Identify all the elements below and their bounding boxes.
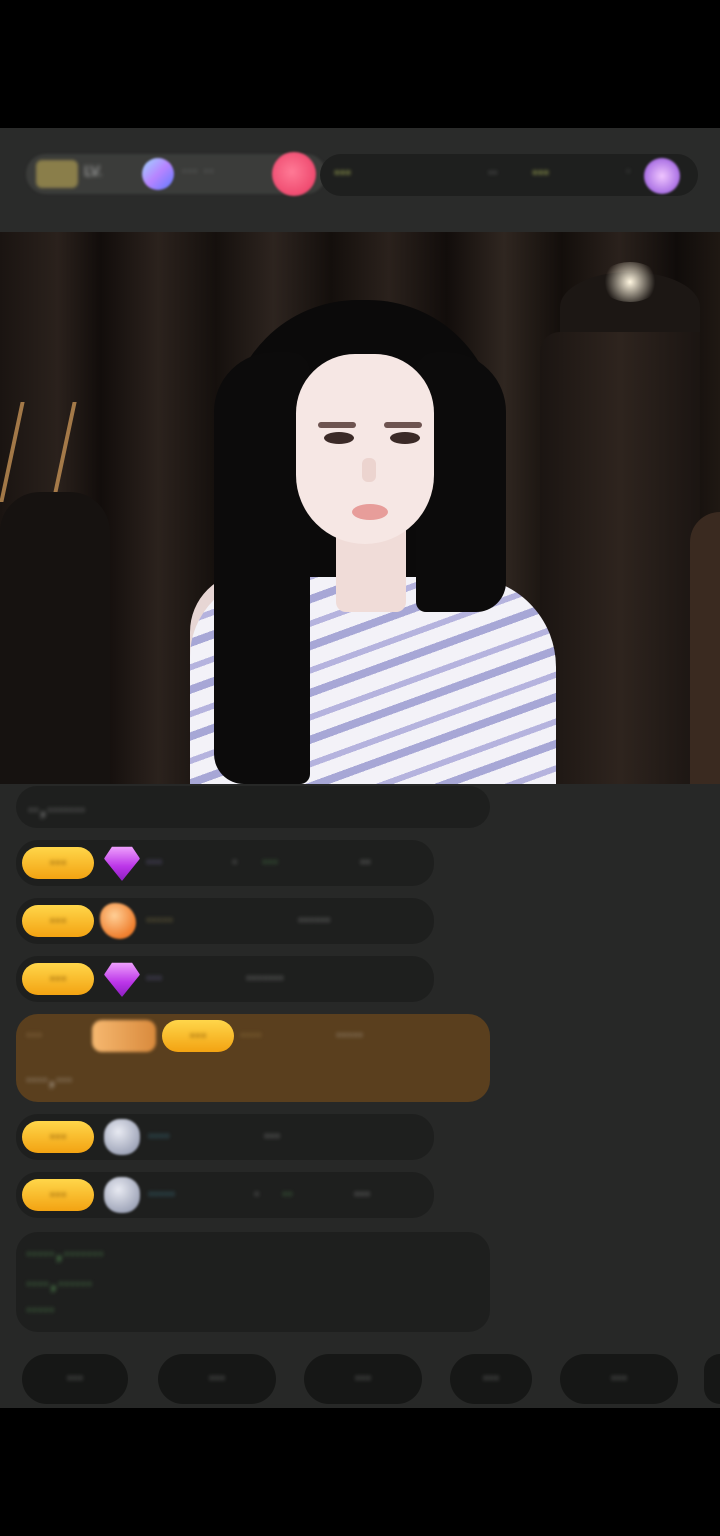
chat-separator: · xyxy=(232,853,238,873)
live-video[interactable] xyxy=(0,232,720,784)
level-badge xyxy=(36,160,78,188)
chat-username: ···· xyxy=(240,1026,262,1046)
rank-label: ··· xyxy=(334,164,352,182)
bottom-black-band xyxy=(0,1408,720,1536)
viewer-count: ··· ·· xyxy=(182,164,215,180)
streamer-mouth xyxy=(352,504,388,520)
gift-prefix: ··· xyxy=(26,1026,43,1046)
stream-header: LV. ··· ·· ··· ·· ··· · xyxy=(0,128,720,232)
chat-mention: ·· xyxy=(282,1185,293,1205)
chat-message[interactable]: ··· ··· ······· xyxy=(16,956,434,1002)
chat-content: ······· xyxy=(246,969,284,989)
gift-content-2: ····，··· xyxy=(26,1071,73,1091)
ceiling-light xyxy=(600,262,660,302)
chat-gift-message[interactable]: ··· ··· ···· ····· ····，··· xyxy=(16,1014,490,1102)
fan-badge: ··· xyxy=(22,1121,94,1153)
chat-username: ····· xyxy=(148,1185,176,1205)
ranking-pill[interactable] xyxy=(320,154,698,196)
diamond-icon xyxy=(104,846,140,881)
chat-username: ··· xyxy=(146,969,163,989)
quick-reply-overflow[interactable] xyxy=(704,1354,720,1404)
streamer-brow-left xyxy=(318,422,356,428)
gift-level-badge xyxy=(92,1020,156,1052)
chat-system-message: ·····，······· ····，······ ····· xyxy=(16,1232,490,1332)
rank-divider-text: ·· xyxy=(488,164,498,182)
gift-content: ····· xyxy=(336,1026,364,1046)
quick-reply-button[interactable]: ··· xyxy=(560,1354,678,1404)
header-row: LV. ··· ·· ··· ·· ··· · xyxy=(20,146,700,202)
quick-reply-button[interactable]: ··· xyxy=(158,1354,276,1404)
streamer-avatar[interactable] xyxy=(142,158,174,190)
chat-welcome: ··，······· xyxy=(16,786,490,828)
chat-separator: · xyxy=(254,1185,260,1205)
system-line-3: ····· xyxy=(26,1300,55,1321)
chat-message[interactable]: ··· ··· · ··· ·· xyxy=(16,840,434,886)
quick-reply-button[interactable]: ··· xyxy=(22,1354,128,1404)
level-gem-icon xyxy=(100,903,136,939)
background-rack-left xyxy=(0,492,110,784)
chat-message[interactable]: ··· ····· ······ xyxy=(16,898,434,944)
chat-username: ···· xyxy=(148,1127,170,1147)
fan-badge: ··· xyxy=(22,905,94,937)
top-black-band xyxy=(0,0,720,128)
quick-reply-button[interactable]: ··· xyxy=(304,1354,422,1404)
system-line-1: ·····，······· xyxy=(26,1244,104,1265)
chat-message[interactable]: ··· ····· · ·· ··· xyxy=(16,1172,434,1218)
background-rack-right xyxy=(540,332,700,784)
chat-mention: ··· xyxy=(262,853,279,873)
chat-username: ··· xyxy=(146,853,163,873)
diamond-icon xyxy=(104,962,140,997)
fan-badge: ··· xyxy=(162,1020,234,1052)
chat-content: ·· xyxy=(360,853,371,873)
level-gem-icon xyxy=(104,1119,140,1155)
level-text: LV. xyxy=(84,164,103,180)
welcome-text: ··，······· xyxy=(28,801,86,821)
streamer-brow-right xyxy=(384,422,422,428)
hanger xyxy=(0,402,77,502)
chat-username: ····· xyxy=(146,911,174,931)
chat-content: ··· xyxy=(354,1185,371,1205)
fan-avatar[interactable] xyxy=(644,158,680,194)
rank-value: ··· xyxy=(532,164,550,182)
fan-badge: ··· xyxy=(22,1179,94,1211)
fan-badge: ··· xyxy=(22,963,94,995)
follow-button[interactable] xyxy=(272,152,316,196)
streamer-nose xyxy=(362,458,376,482)
system-line-2: ····，······ xyxy=(26,1274,93,1295)
chat-content: ··· xyxy=(264,1127,281,1147)
quick-reply-button[interactable]: ··· xyxy=(450,1354,532,1404)
fan-badge: ··· xyxy=(22,847,94,879)
streamer-eye-right xyxy=(390,432,420,444)
chat-content: ······ xyxy=(298,911,331,931)
live-stream-app: LV. ··· ·· ··· ·· ··· · ··，······· ··· ·… xyxy=(0,0,720,1536)
streamer-eye-left xyxy=(324,432,354,444)
rank-arrow: · xyxy=(626,164,631,180)
chat-message[interactable]: ··· ···· ··· xyxy=(16,1114,434,1160)
background-object-edge xyxy=(690,512,720,784)
level-gem-icon xyxy=(104,1177,140,1213)
